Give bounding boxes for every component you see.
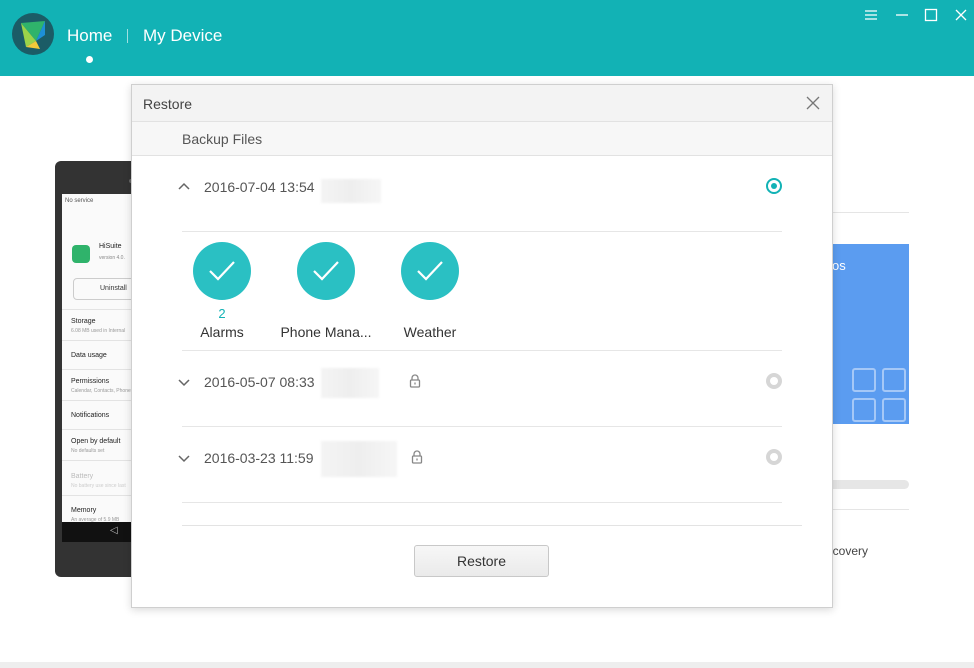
dialog-header: Restore (132, 85, 832, 122)
backup-files-label: Backup Files (182, 131, 263, 147)
item-checked-circle[interactable] (193, 242, 251, 300)
blurred-backup-info (321, 179, 381, 203)
backup-item-alarms[interactable]: 2 Alarms (167, 242, 277, 347)
entry-divider (182, 502, 782, 503)
entry-divider (182, 231, 782, 232)
close-icon[interactable] (952, 6, 970, 24)
title-bar: Home My Device (0, 0, 974, 76)
item-count: 2 (218, 306, 226, 321)
feature-tile: os (832, 244, 909, 424)
item-label: Alarms (200, 324, 244, 340)
entry-divider (182, 426, 782, 427)
phone-row-sub: No battery use since last (71, 483, 126, 489)
panel-divider (832, 509, 909, 510)
dialog-footer-divider (182, 525, 802, 526)
expand-chevron-icon[interactable] (177, 375, 191, 389)
active-tab-indicator (86, 56, 93, 63)
dialog-title: Restore (143, 96, 193, 112)
check-icon (209, 261, 235, 281)
backup-select-radio[interactable] (766, 373, 782, 389)
item-label: Weather (403, 324, 457, 340)
back-icon: ◁ (110, 525, 118, 536)
phone-row-sub: 6.08 MB used in Internal (71, 328, 126, 334)
check-icon (313, 261, 339, 281)
app-icon (72, 245, 90, 263)
backup-date[interactable]: 2016-05-07 08:33 (204, 374, 315, 390)
phone-app-version: version 4.0. (99, 255, 125, 261)
backup-date[interactable]: 2016-07-04 13:54 (204, 179, 315, 195)
bottom-strip (0, 662, 974, 668)
restore-button[interactable]: Restore (414, 545, 549, 577)
minimize-icon[interactable] (893, 6, 911, 24)
phone-row-sub: No defaults set (71, 448, 105, 454)
dialog-close-icon[interactable] (804, 94, 822, 112)
item-checked-circle[interactable] (297, 242, 355, 300)
backup-select-radio[interactable] (766, 449, 782, 465)
nav-separator (127, 29, 128, 43)
phone-row-label: Open by default (71, 438, 121, 445)
phone-app-name: HiSuite (99, 243, 122, 250)
nav-my-device-tab[interactable]: My Device (143, 26, 222, 46)
maximize-icon[interactable] (922, 6, 940, 24)
restore-dialog: Restore Backup Files 2016-07-04 13:54 2 … (131, 84, 833, 608)
phone-row-sub: Calendar, Contacts, Phone (71, 388, 131, 394)
entry-divider (182, 350, 782, 351)
storage-bar (832, 480, 909, 489)
menu-icon[interactable] (862, 6, 880, 24)
backup-date[interactable]: 2016-03-23 11:59 (204, 450, 314, 466)
phone-row-label: Permissions (71, 378, 110, 385)
lock-icon (408, 373, 422, 389)
item-checked-circle[interactable] (401, 242, 459, 300)
phone-row-label: Battery (71, 473, 94, 480)
phone-row-label: Storage (71, 318, 96, 325)
hisuite-logo-icon (12, 13, 54, 55)
backup-select-radio[interactable] (766, 178, 782, 194)
phone-row-label: Memory (71, 507, 97, 514)
lock-icon (410, 449, 424, 465)
expand-chevron-icon[interactable] (177, 451, 191, 465)
item-label: Phone Mana... (280, 324, 372, 340)
phone-row-label: Data usage (71, 352, 107, 359)
backup-item-phone-manager[interactable]: Phone Mana... (271, 242, 381, 347)
blurred-backup-info (321, 441, 397, 477)
backup-files-header: Backup Files (132, 122, 832, 156)
feature-tile-text: os (832, 258, 846, 273)
blurred-backup-info (321, 368, 379, 398)
backup-item-weather[interactable]: Weather (375, 242, 485, 347)
check-icon (417, 261, 443, 281)
collapse-chevron-icon[interactable] (177, 180, 191, 194)
phone-status-text: No service (65, 198, 94, 204)
nav-home-tab[interactable]: Home (67, 26, 112, 46)
panel-divider (832, 212, 909, 213)
phone-row-label: Notifications (71, 412, 110, 419)
